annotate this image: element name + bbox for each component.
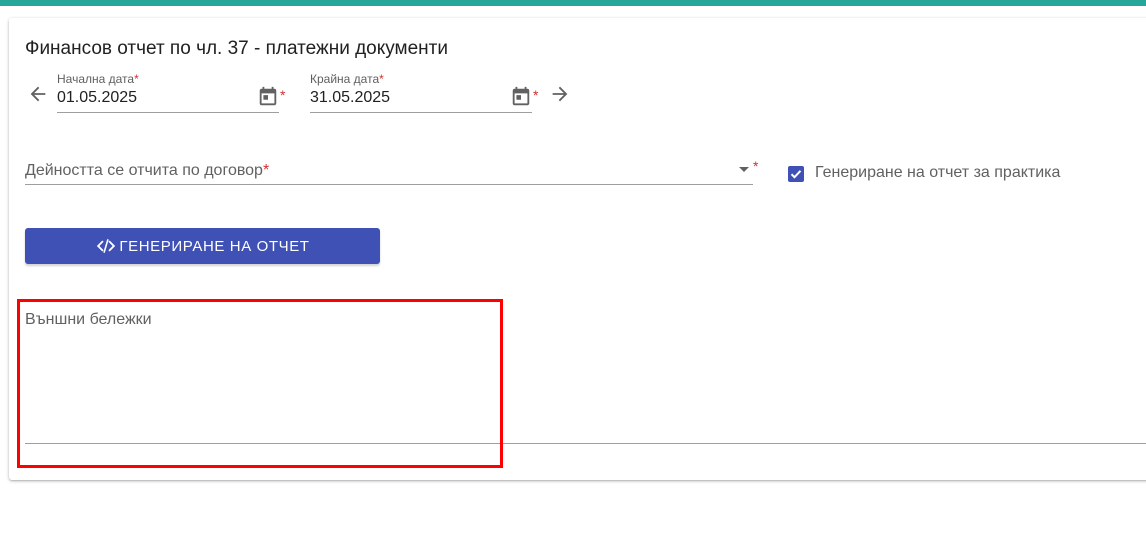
contract-select-underline: [25, 184, 753, 185]
start-date-value[interactable]: 01.05.2025: [57, 89, 137, 107]
chevron-down-icon[interactable]: [739, 167, 749, 172]
arrow-left-icon[interactable]: [27, 83, 49, 105]
end-date-required-mark: *: [533, 87, 539, 103]
calendar-icon[interactable]: [510, 86, 532, 108]
generate-report-button-label: ГЕНЕРИРАНЕ НА ОТЧЕТ: [119, 237, 310, 255]
calendar-icon[interactable]: [257, 86, 279, 108]
end-date-underline: [310, 112, 532, 113]
start-date-required-mark: *: [280, 87, 286, 103]
practice-checkbox-label: Генериране на отчет за практика: [815, 164, 1061, 181]
generate-report-button[interactable]: ГЕНЕРИРАНЕ НА ОТЧЕТ: [25, 228, 380, 264]
practice-checkbox[interactable]: [788, 166, 804, 182]
page-title: Финансов отчет по чл. 37 - платежни доку…: [25, 38, 448, 59]
contract-select-placeholder: Дейността се отчита по договор*: [25, 162, 270, 179]
end-date-field[interactable]: Крайна дата* 31.05.2025: [310, 72, 532, 113]
top-accent-bar: [0, 0, 1146, 6]
highlight-box: [17, 299, 503, 468]
end-date-label: Крайна дата*: [310, 72, 384, 86]
start-date-label: Начална дата*: [57, 72, 139, 86]
arrow-right-icon[interactable]: [549, 83, 571, 105]
start-date-field[interactable]: Начална дата* 01.05.2025: [57, 72, 279, 113]
contract-select[interactable]: Дейността се отчита по договор*: [25, 162, 753, 185]
code-icon: [95, 235, 117, 257]
start-date-underline: [57, 112, 279, 113]
contract-required-mark: *: [753, 158, 759, 174]
end-date-value[interactable]: 31.05.2025: [310, 89, 390, 107]
